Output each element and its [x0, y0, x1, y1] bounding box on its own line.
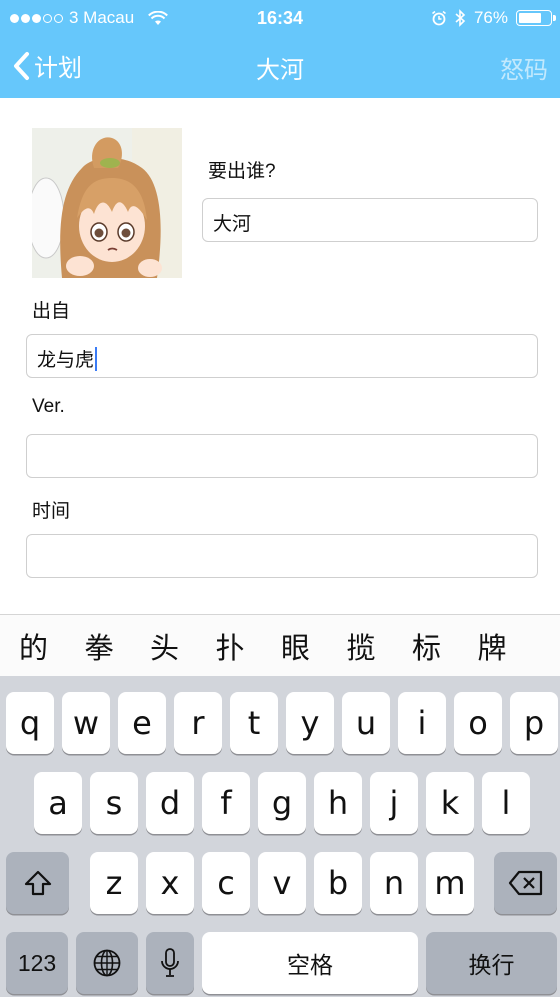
key-h[interactable]: h — [314, 772, 362, 834]
key-q[interactable]: q — [6, 692, 54, 754]
ver-input[interactable] — [26, 434, 538, 478]
character-avatar-image[interactable] — [32, 128, 182, 278]
battery-percent: 76% — [473, 8, 508, 27]
page-title: 大河 — [256, 57, 304, 84]
backspace-key[interactable] — [494, 852, 557, 914]
key-n[interactable]: n — [370, 852, 418, 914]
microphone-key[interactable] — [146, 932, 194, 994]
key-r[interactable]: r — [174, 692, 222, 754]
candidate-word[interactable]: 牌 — [478, 625, 544, 667]
key-s[interactable]: s — [90, 772, 138, 834]
key-e[interactable]: e — [118, 692, 166, 754]
bluetooth-icon — [455, 9, 466, 27]
shift-key[interactable] — [6, 852, 69, 914]
numbers-key[interactable]: 123 — [6, 932, 68, 994]
candidate-word[interactable]: 拳 — [85, 625, 151, 667]
key-f[interactable]: f — [202, 772, 250, 834]
who-label: 要出谁? — [208, 161, 276, 182]
text-cursor — [95, 347, 98, 371]
candidate-word[interactable]: 扑 — [216, 625, 282, 667]
screen: { "status_bar": { "carrier": "3 Macau", … — [0, 0, 560, 997]
key-a[interactable]: a — [34, 772, 82, 834]
battery-icon — [516, 10, 556, 26]
backspace-icon — [508, 870, 542, 896]
key-b[interactable]: b — [314, 852, 362, 914]
avatar-illustration — [32, 128, 182, 278]
candidate-word[interactable]: 标 — [412, 625, 478, 667]
ver-label: Ver. — [32, 396, 65, 417]
key-y[interactable]: y — [286, 692, 334, 754]
alarm-icon — [431, 10, 446, 26]
nav-right-button[interactable]: 怒码 — [500, 50, 548, 85]
key-k[interactable]: k — [426, 772, 474, 834]
top-bar: 3 Macau 16:34 76% 计划 大河 怒码 — [0, 0, 560, 98]
time-label: 时间 — [32, 501, 71, 522]
key-m[interactable]: m — [426, 852, 474, 914]
key-z[interactable]: z — [90, 852, 138, 914]
key-x[interactable]: x — [146, 852, 194, 914]
globe-key[interactable] — [76, 932, 138, 994]
key-g[interactable]: g — [258, 772, 306, 834]
microphone-icon — [161, 948, 179, 977]
candidate-bar: 的 拳 头 扑 眼 揽 标 牌 — [0, 614, 560, 676]
globe-icon — [93, 949, 121, 977]
key-o[interactable]: o — [454, 692, 502, 754]
key-i[interactable]: i — [398, 692, 446, 754]
source-input[interactable]: 龙与虎 — [26, 334, 538, 378]
key-w[interactable]: w — [62, 692, 110, 754]
key-l[interactable]: l — [482, 772, 530, 834]
key-d[interactable]: d — [146, 772, 194, 834]
candidate-word[interactable]: 揽 — [347, 625, 413, 667]
shift-icon — [24, 870, 51, 896]
source-label: 出自 — [32, 301, 71, 322]
return-key[interactable]: 换行 — [426, 932, 557, 994]
key-c[interactable]: c — [202, 852, 250, 914]
space-key[interactable]: 空格 — [202, 932, 418, 994]
key-t[interactable]: t — [230, 692, 278, 754]
candidate-word[interactable]: 的 — [19, 625, 85, 667]
key-p[interactable]: p — [510, 692, 558, 754]
key-v[interactable]: v — [258, 852, 306, 914]
time-input[interactable] — [26, 534, 538, 578]
battery-fill — [519, 13, 541, 23]
who-input[interactable]: 大河 — [202, 198, 538, 242]
source-input-value: 龙与虎 — [37, 350, 95, 371]
key-j[interactable]: j — [370, 772, 418, 834]
status-right: 76% — [431, 8, 556, 28]
candidate-word[interactable]: 头 — [150, 625, 216, 667]
keyboard: q w e r t y u i o p a s d f g h j k l z … — [0, 676, 560, 997]
who-input-value: 大河 — [213, 214, 252, 235]
status-bar: 3 Macau 16:34 76% — [0, 0, 560, 36]
navigation-bar: 计划 大河 怒码 — [0, 36, 560, 98]
candidate-word[interactable]: 眼 — [281, 625, 347, 667]
key-u[interactable]: u — [342, 692, 390, 754]
